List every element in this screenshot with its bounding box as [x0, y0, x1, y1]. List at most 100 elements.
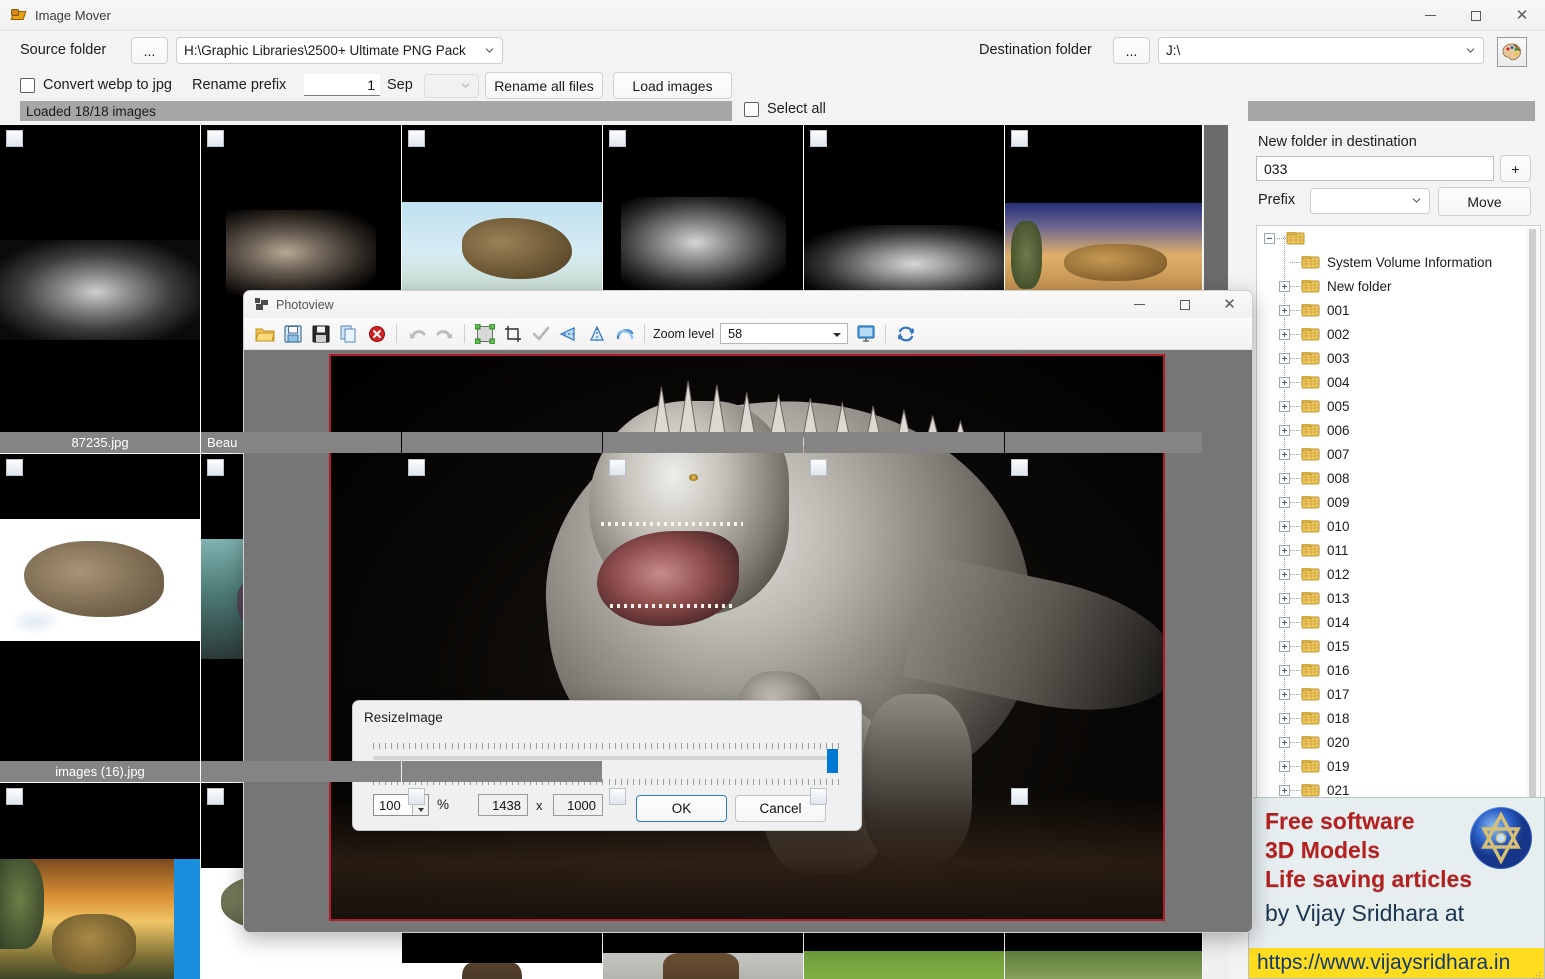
convert-webp-checkbox-group[interactable]: Convert webp to jpg	[20, 77, 172, 93]
delete-icon[interactable]	[363, 320, 390, 347]
tree-node[interactable]: 007	[1257, 442, 1540, 466]
expand-icon[interactable]	[1279, 545, 1290, 556]
thumbnail-checkbox[interactable]	[408, 459, 425, 476]
thumbnail-checkbox[interactable]	[609, 459, 626, 476]
prefix-combo[interactable]	[1310, 188, 1430, 214]
move-button[interactable]: Move	[1438, 187, 1531, 216]
destination-folder-tree[interactable]: System Volume Information New folder 001…	[1256, 225, 1541, 895]
paint-palette-button[interactable]	[1497, 37, 1527, 67]
tree-node[interactable]: 005	[1257, 394, 1540, 418]
crop-icon[interactable]	[499, 320, 526, 347]
save-icon[interactable]	[279, 320, 306, 347]
ad-url[interactable]: https://www.vijaysridhara.in	[1249, 948, 1544, 978]
thumbnail-checkbox[interactable]	[810, 459, 827, 476]
refresh-icon[interactable]	[892, 320, 919, 347]
thumbnail-checkbox[interactable]	[1011, 130, 1028, 147]
resize-width-field[interactable]: 1438	[478, 794, 528, 816]
resize-ok-button[interactable]: OK	[636, 795, 727, 822]
maximize-button[interactable]	[1453, 0, 1499, 31]
tree-node[interactable]: 019	[1257, 754, 1540, 778]
tree-node[interactable]: 002	[1257, 322, 1540, 346]
redo-icon[interactable]	[431, 320, 458, 347]
thumbnail-checkbox[interactable]	[1011, 459, 1028, 476]
photoview-minimize-button[interactable]	[1117, 291, 1162, 318]
expand-icon[interactable]	[1279, 401, 1290, 412]
expand-icon[interactable]	[1279, 353, 1290, 364]
expand-icon[interactable]	[1279, 665, 1290, 676]
expand-icon[interactable]	[1279, 377, 1290, 388]
expand-icon[interactable]	[1279, 425, 1290, 436]
thumbnail-checkbox[interactable]	[408, 788, 425, 805]
save-as-icon[interactable]	[307, 320, 334, 347]
expand-icon[interactable]	[1279, 305, 1290, 316]
photoview-window[interactable]: Photoview ✕	[243, 290, 1253, 933]
tree-node[interactable]: 015	[1257, 634, 1540, 658]
apply-check-icon[interactable]	[527, 320, 554, 347]
expand-icon[interactable]	[1279, 449, 1290, 460]
tree-node[interactable]: 017	[1257, 682, 1540, 706]
thumbnail-checkbox[interactable]	[1011, 788, 1028, 805]
expand-icon[interactable]	[1279, 617, 1290, 628]
resize-height-field[interactable]: 1000	[553, 794, 603, 816]
thumbnail-checkbox[interactable]	[207, 459, 224, 476]
slider-thumb[interactable]	[827, 749, 838, 773]
undo-icon[interactable]	[403, 320, 430, 347]
resize-grip-icon[interactable]	[1532, 967, 1541, 976]
zoom-level-combo[interactable]: 58	[720, 323, 848, 344]
source-folder-combo[interactable]: H:\Graphic Libraries\2500+ Ultimate PNG …	[176, 37, 503, 64]
destination-folder-combo[interactable]: J:\	[1158, 37, 1484, 64]
expand-icon[interactable]	[1279, 641, 1290, 652]
expand-icon[interactable]	[1279, 473, 1290, 484]
tree-node[interactable]: New folder	[1257, 274, 1540, 298]
load-images-button[interactable]: Load images	[613, 72, 732, 99]
tree-node[interactable]: 020	[1257, 730, 1540, 754]
thumbnail-item[interactable]: images (16).jpg	[0, 454, 201, 783]
tree-node[interactable]: 016	[1257, 658, 1540, 682]
new-folder-input[interactable]: 033	[1256, 156, 1494, 181]
tree-node[interactable]: 006	[1257, 418, 1540, 442]
thumbnail-checkbox[interactable]	[6, 459, 23, 476]
expand-icon[interactable]	[1279, 521, 1290, 532]
expand-icon[interactable]	[1279, 569, 1290, 580]
tree-node[interactable]: 013	[1257, 586, 1540, 610]
expand-icon[interactable]	[1279, 713, 1290, 724]
thumbnail-checkbox[interactable]	[207, 130, 224, 147]
close-button[interactable]: ✕	[1499, 0, 1545, 31]
tree-root-node[interactable]	[1257, 226, 1540, 250]
tree-node[interactable]: 008	[1257, 466, 1540, 490]
thumbnail-checkbox[interactable]	[6, 788, 23, 805]
expand-icon[interactable]	[1279, 737, 1290, 748]
rotate-icon[interactable]	[611, 320, 638, 347]
select-all-checkbox-group[interactable]: Select all	[744, 101, 826, 117]
open-folder-icon[interactable]	[251, 320, 278, 347]
expand-icon[interactable]	[1279, 281, 1290, 292]
add-folder-button[interactable]: +	[1500, 155, 1531, 182]
expand-icon[interactable]	[1279, 329, 1290, 340]
resize-icon[interactable]	[471, 320, 498, 347]
tree-node[interactable]: 018	[1257, 706, 1540, 730]
destination-browse-button[interactable]: ...	[1113, 37, 1150, 64]
flip-vertical-icon[interactable]	[583, 320, 610, 347]
tree-node[interactable]: 003	[1257, 346, 1540, 370]
thumbnail-checkbox[interactable]	[408, 130, 425, 147]
expand-icon[interactable]	[1279, 761, 1290, 772]
tree-node[interactable]: 014	[1257, 610, 1540, 634]
spinner-down-button[interactable]	[413, 805, 428, 815]
thumbnail-checkbox[interactable]	[609, 788, 626, 805]
rename-all-files-button[interactable]: Rename all files	[485, 72, 603, 99]
monitor-icon[interactable]	[852, 320, 879, 347]
tree-node[interactable]: 010	[1257, 514, 1540, 538]
slider-track[interactable]	[373, 756, 838, 760]
tree-node[interactable]: 004	[1257, 370, 1540, 394]
tree-scrollbar[interactable]	[1526, 227, 1539, 895]
thumbnail-checkbox[interactable]	[810, 788, 827, 805]
thumbnail-checkbox[interactable]	[207, 788, 224, 805]
photoview-maximize-button[interactable]	[1162, 291, 1207, 318]
tree-node[interactable]: 001	[1257, 298, 1540, 322]
ad-banner[interactable]: Free software 3D Models Life saving arti…	[1248, 797, 1545, 979]
expand-icon[interactable]	[1279, 689, 1290, 700]
select-all-checkbox[interactable]	[744, 102, 759, 117]
thumbnail-checkbox[interactable]	[810, 130, 827, 147]
tree-node[interactable]: 011	[1257, 538, 1540, 562]
sep-combo[interactable]	[424, 74, 479, 98]
